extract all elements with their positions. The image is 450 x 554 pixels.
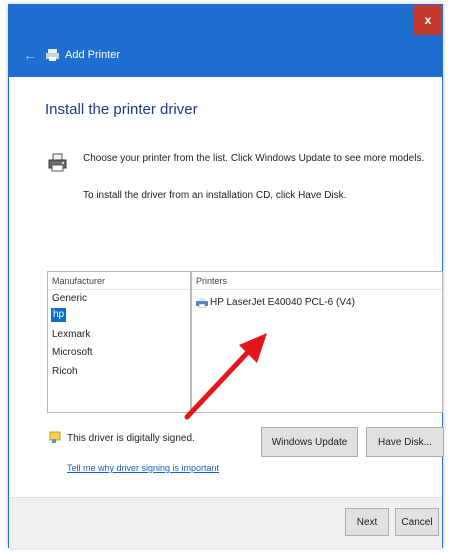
list-item[interactable]: Generic (52, 292, 87, 306)
list-item[interactable]: Lexmark (52, 328, 90, 342)
printer-model-label: HP LaserJet E40040 PCL-6 (V4) (210, 297, 355, 308)
manufacturer-header: Manufacturer (48, 272, 190, 290)
next-button[interactable]: Next (345, 508, 389, 536)
list-item[interactable]: Ricoh (52, 365, 78, 379)
certificate-icon (49, 431, 61, 443)
install-cd-text: To install the driver from an installati… (83, 190, 347, 201)
back-arrow-icon[interactable]: ← (23, 47, 37, 63)
printer-icon (48, 153, 67, 172)
wizard-header: ← Add Printer (9, 35, 442, 77)
driver-signing-link[interactable]: Tell me why driver signing is important (67, 463, 219, 473)
manufacturer-list[interactable]: Manufacturer Generic hp Lexmark Microsof… (47, 271, 191, 413)
windows-update-button[interactable]: Windows Update (261, 427, 358, 457)
printer-icon (196, 298, 208, 308)
footer-bar: Next Cancel (9, 497, 442, 548)
add-printer-window: x ← Add Printer Install the printer driv… (8, 4, 444, 548)
description-text: Choose your printer from the list. Click… (83, 153, 425, 164)
list-item-selected[interactable]: hp (51, 308, 67, 322)
driver-signed-status: This driver is digitally signed. (67, 433, 195, 444)
cancel-button[interactable]: Cancel (395, 508, 439, 536)
printer-icon (46, 49, 59, 61)
title-bar: x (9, 5, 442, 35)
list-item[interactable]: Microsoft (52, 346, 93, 360)
wizard-title: Add Printer (65, 49, 121, 61)
close-button[interactable]: x (414, 5, 442, 35)
have-disk-button[interactable]: Have Disk... (366, 427, 444, 457)
printers-header: Printers (192, 272, 442, 290)
page-heading: Install the printer driver (45, 101, 198, 118)
printer-list[interactable]: Printers HP LaserJet E40040 PCL-6 (V4) (191, 271, 443, 413)
list-item[interactable]: HP LaserJet E40040 PCL-6 (V4) (196, 296, 355, 310)
